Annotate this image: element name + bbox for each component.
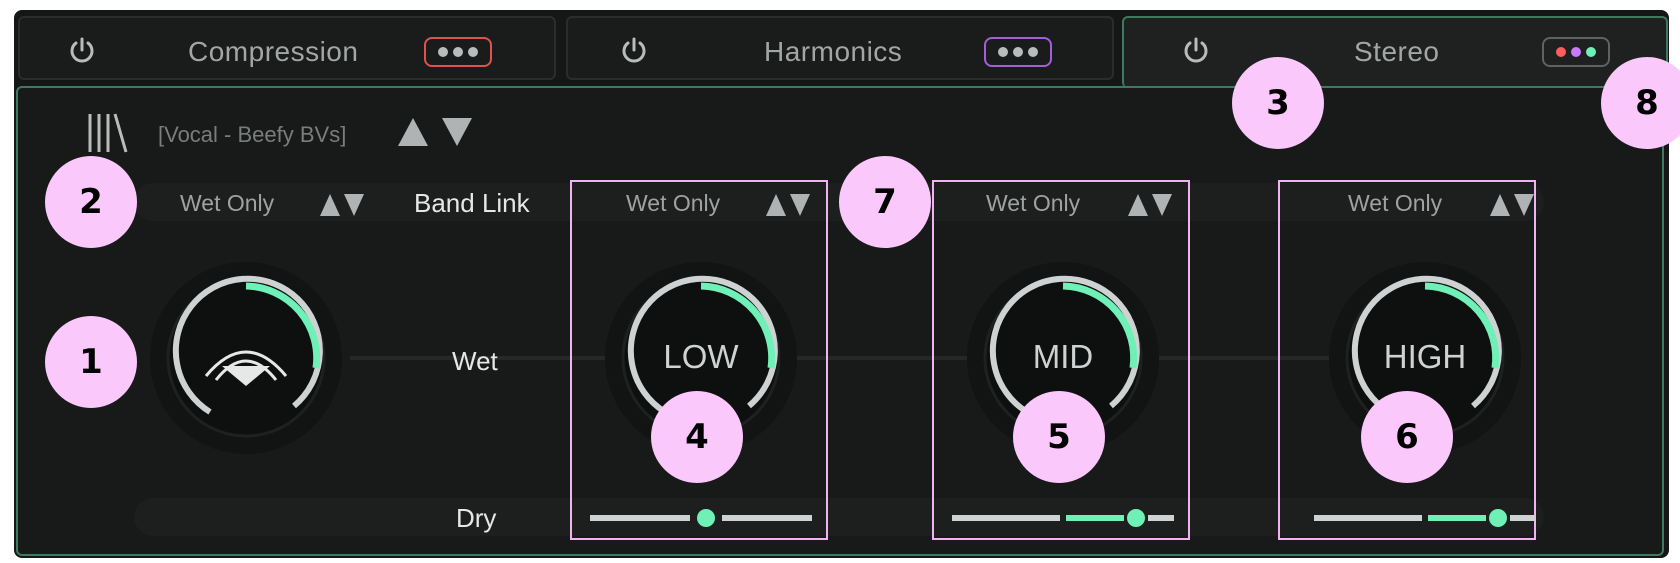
- tab-stereo[interactable]: Stereo: [1122, 16, 1668, 88]
- callout-badge: 4: [651, 391, 743, 483]
- preset-library-icon[interactable]: [86, 112, 130, 154]
- mode-updown-icon[interactable]: [320, 192, 366, 218]
- tab-label: Compression: [188, 36, 359, 67]
- wet-label: Wet: [452, 346, 498, 376]
- more-options-icon[interactable]: [1542, 37, 1610, 67]
- callout-badge: 1: [45, 316, 137, 408]
- callout-badge: 7: [839, 156, 931, 248]
- tab-compression[interactable]: Compression: [18, 16, 556, 80]
- tab-harmonics[interactable]: Harmonics: [566, 16, 1114, 80]
- callout-badge: 3: [1232, 57, 1324, 149]
- mid-dry-slider[interactable]: [952, 506, 1174, 530]
- power-icon[interactable]: [68, 36, 96, 64]
- preset-nav-arrows-icon[interactable]: [398, 116, 474, 148]
- dry-label: Dry: [456, 503, 497, 533]
- knob-label: MID: [1032, 338, 1094, 375]
- more-options-icon[interactable]: [984, 37, 1052, 67]
- global-mode-select[interactable]: Wet Only: [180, 190, 274, 217]
- main-stereo-knob[interactable]: [146, 258, 346, 458]
- tab-label: Harmonics: [764, 36, 903, 67]
- band-link-label[interactable]: Band Link: [414, 188, 530, 219]
- preset-name[interactable]: [Vocal - Beefy BVs]: [158, 122, 346, 148]
- knob-label: LOW: [663, 338, 739, 375]
- callout-badge: 6: [1361, 391, 1453, 483]
- power-icon[interactable]: [620, 36, 648, 64]
- power-icon[interactable]: [1182, 36, 1210, 64]
- tab-label: Stereo: [1354, 36, 1440, 67]
- more-options-icon[interactable]: [424, 37, 492, 67]
- low-dry-slider[interactable]: [590, 506, 812, 530]
- callout-badge: 5: [1013, 391, 1105, 483]
- wet-rail: [350, 356, 1350, 360]
- knob-label: HIGH: [1383, 338, 1467, 375]
- callout-badge: 2: [45, 156, 137, 248]
- high-dry-slider[interactable]: [1314, 506, 1536, 530]
